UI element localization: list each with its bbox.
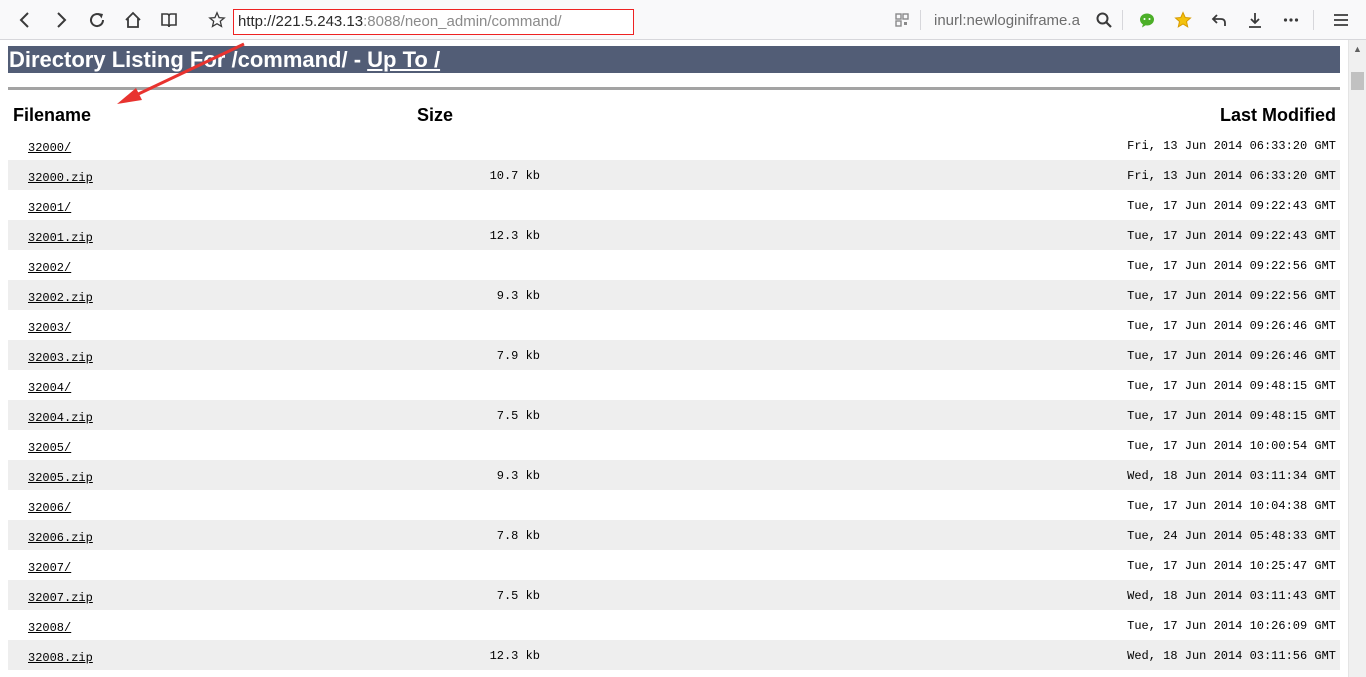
- back-arrow-icon[interactable]: [13, 8, 37, 32]
- file-last-modified: Fri, 13 Jun 2014 06:33:20 GMT: [1127, 169, 1336, 183]
- file-last-modified: Tue, 17 Jun 2014 09:26:46 GMT: [1127, 319, 1336, 333]
- file-last-modified: Fri, 13 Jun 2014 06:33:20 GMT: [1127, 139, 1336, 153]
- file-last-modified: Tue, 17 Jun 2014 09:22:56 GMT: [1127, 289, 1336, 303]
- file-last-modified: Tue, 17 Jun 2014 10:26:09 GMT: [1127, 619, 1336, 633]
- file-last-modified: Wed, 18 Jun 2014 03:11:43 GMT: [1127, 589, 1336, 603]
- file-link[interactable]: 32006/: [28, 501, 71, 515]
- table-row: 32005/Tue, 17 Jun 2014 10:00:54 GMT: [8, 430, 1340, 460]
- scroll-thumb[interactable]: [1351, 72, 1364, 90]
- file-last-modified: Tue, 17 Jun 2014 09:22:56 GMT: [1127, 259, 1336, 273]
- download-icon[interactable]: [1243, 8, 1267, 32]
- file-link[interactable]: 32002.zip: [28, 291, 93, 305]
- file-link[interactable]: 32004/: [28, 381, 71, 395]
- forward-arrow-icon[interactable]: [49, 8, 73, 32]
- hamburger-menu-icon[interactable]: [1329, 8, 1353, 32]
- table-row: 32005.zip 9.3 kb Wed, 18 Jun 2014 03:11:34…: [8, 460, 1340, 490]
- search-input[interactable]: inurl:newloginiframe.a: [934, 9, 1086, 33]
- file-last-modified: Wed, 18 Jun 2014 03:11:56 GMT: [1127, 649, 1336, 663]
- table-row: 32000/Fri, 13 Jun 2014 06:33:20 GMT: [8, 130, 1340, 160]
- table-row: 32006/Tue, 17 Jun 2014 10:04:38 GMT: [8, 490, 1340, 520]
- toolbar-separator: [1122, 10, 1123, 30]
- file-last-modified: Tue, 17 Jun 2014 09:48:15 GMT: [1127, 409, 1336, 423]
- home-icon[interactable]: [121, 8, 145, 32]
- file-link[interactable]: 32002/: [28, 261, 71, 275]
- file-link[interactable]: 32005.zip: [28, 471, 93, 485]
- file-size: 10.7 kb: [489, 169, 540, 183]
- file-size: 12.3 kb: [489, 649, 540, 663]
- table-row: 32004.zip 7.5 kb Tue, 17 Jun 2014 09:48:15…: [8, 400, 1340, 430]
- table-row: 32003/Tue, 17 Jun 2014 09:26:46 GMT: [8, 310, 1340, 340]
- vertical-scrollbar[interactable]: ▲: [1348, 40, 1366, 677]
- table-row: 32002/Tue, 17 Jun 2014 09:22:56 GMT: [8, 250, 1340, 280]
- page-title: Directory Listing For /command/ - Up To …: [8, 46, 1340, 73]
- table-row: 32001.zip 12.3 kb Tue, 17 Jun 2014 09:22:4…: [8, 220, 1340, 250]
- file-link[interactable]: 32004.zip: [28, 411, 93, 425]
- table-row: 32006.zip 7.8 kb Tue, 24 Jun 2014 05:48:33…: [8, 520, 1340, 550]
- table-row: 32008.zip 12.3 kb Wed, 18 Jun 2014 03:11:5…: [8, 640, 1340, 670]
- file-size: 9.3 kb: [496, 469, 540, 483]
- file-link[interactable]: 32008.zip: [28, 651, 93, 665]
- file-link[interactable]: 32007/: [28, 561, 71, 575]
- heading-divider: [8, 87, 1340, 90]
- table-row: 32002.zip 9.3 kb Tue, 17 Jun 2014 09:22:56…: [8, 280, 1340, 310]
- table-row: 32004/Tue, 17 Jun 2014 09:48:15 GMT: [8, 370, 1340, 400]
- wechat-icon[interactable]: [1135, 8, 1159, 32]
- qr-code-icon[interactable]: [890, 8, 914, 32]
- scroll-up-arrow-icon[interactable]: ▲: [1349, 40, 1366, 57]
- url-bar[interactable]: http://221.5.243.13:8088/neon_admin/comm…: [233, 9, 634, 35]
- file-last-modified: Wed, 18 Jun 2014 03:11:34 GMT: [1127, 469, 1336, 483]
- file-last-modified: Tue, 17 Jun 2014 09:26:46 GMT: [1127, 349, 1336, 363]
- table-row: 32008/Tue, 17 Jun 2014 10:26:09 GMT: [8, 610, 1340, 640]
- table-row: 32000.zip 10.7 kb Fri, 13 Jun 2014 06:33:2…: [8, 160, 1340, 190]
- toolbar-separator: [920, 10, 921, 30]
- file-last-modified: Tue, 24 Jun 2014 05:48:33 GMT: [1127, 529, 1336, 543]
- toolbar-separator: [1313, 10, 1314, 30]
- file-last-modified: Tue, 17 Jun 2014 10:04:38 GMT: [1127, 499, 1336, 513]
- file-size: 12.3 kb: [489, 229, 540, 243]
- url-host: http://221.5.243.13: [238, 13, 364, 30]
- column-header-size: Size: [417, 105, 454, 125]
- file-link[interactable]: 32003/: [28, 321, 71, 335]
- file-last-modified: Tue, 17 Jun 2014 10:25:47 GMT: [1127, 559, 1336, 573]
- file-link[interactable]: 32006.zip: [28, 531, 93, 545]
- file-link[interactable]: 32005/: [28, 441, 71, 455]
- column-header-filename: Filename: [13, 105, 92, 125]
- file-size: 7.5 kb: [496, 589, 540, 603]
- url-path: :8088/neon_admin/command/: [363, 13, 562, 30]
- browser-toolbar: http://221.5.243.13:8088/neon_admin/comm…: [0, 0, 1366, 40]
- file-link[interactable]: 32000/: [28, 141, 71, 155]
- file-link[interactable]: 32001.zip: [28, 231, 93, 245]
- star-outline-icon[interactable]: [205, 8, 229, 32]
- table-row: 32007/Tue, 17 Jun 2014 10:25:47 GMT: [8, 550, 1340, 580]
- file-link[interactable]: 32000.zip: [28, 171, 93, 185]
- file-last-modified: Tue, 17 Jun 2014 10:00:54 GMT: [1127, 439, 1336, 453]
- file-size: 7.5 kb: [496, 409, 540, 423]
- table-row: 32003.zip 7.9 kb Tue, 17 Jun 2014 09:26:46…: [8, 340, 1340, 370]
- file-size: 9.3 kb: [496, 289, 540, 303]
- library-icon[interactable]: [157, 8, 181, 32]
- file-size: 7.8 kb: [496, 529, 540, 543]
- file-last-modified: Tue, 17 Jun 2014 09:48:15 GMT: [1127, 379, 1336, 393]
- file-link[interactable]: 32008/: [28, 621, 71, 635]
- page-content: Directory Listing For /command/ - Up To …: [0, 40, 1348, 677]
- file-list: 32000/Fri, 13 Jun 2014 06:33:20 GMT 32000…: [8, 130, 1340, 670]
- search-icon[interactable]: [1092, 8, 1116, 32]
- file-size: 7.9 kb: [496, 349, 540, 363]
- file-last-modified: Tue, 17 Jun 2014 09:22:43 GMT: [1127, 199, 1336, 213]
- table-row: 32001/Tue, 17 Jun 2014 09:22:43 GMT: [8, 190, 1340, 220]
- table-row: 32007.zip 7.5 kb Wed, 18 Jun 2014 03:11:43…: [8, 580, 1340, 610]
- up-to-root-link[interactable]: Up To /: [367, 47, 440, 72]
- more-dots-icon[interactable]: [1279, 8, 1303, 32]
- file-link[interactable]: 32003.zip: [28, 351, 93, 365]
- undo-arrow-icon[interactable]: [1207, 8, 1231, 32]
- file-last-modified: Tue, 17 Jun 2014 09:22:43 GMT: [1127, 229, 1336, 243]
- file-link[interactable]: 32007.zip: [28, 591, 93, 605]
- column-header-last-modified: Last Modified: [1220, 105, 1336, 125]
- reload-icon[interactable]: [85, 8, 109, 32]
- page-title-text: Directory Listing For /command/ -: [9, 47, 368, 72]
- file-link[interactable]: 32001/: [28, 201, 71, 215]
- star-filled-icon[interactable]: [1171, 8, 1195, 32]
